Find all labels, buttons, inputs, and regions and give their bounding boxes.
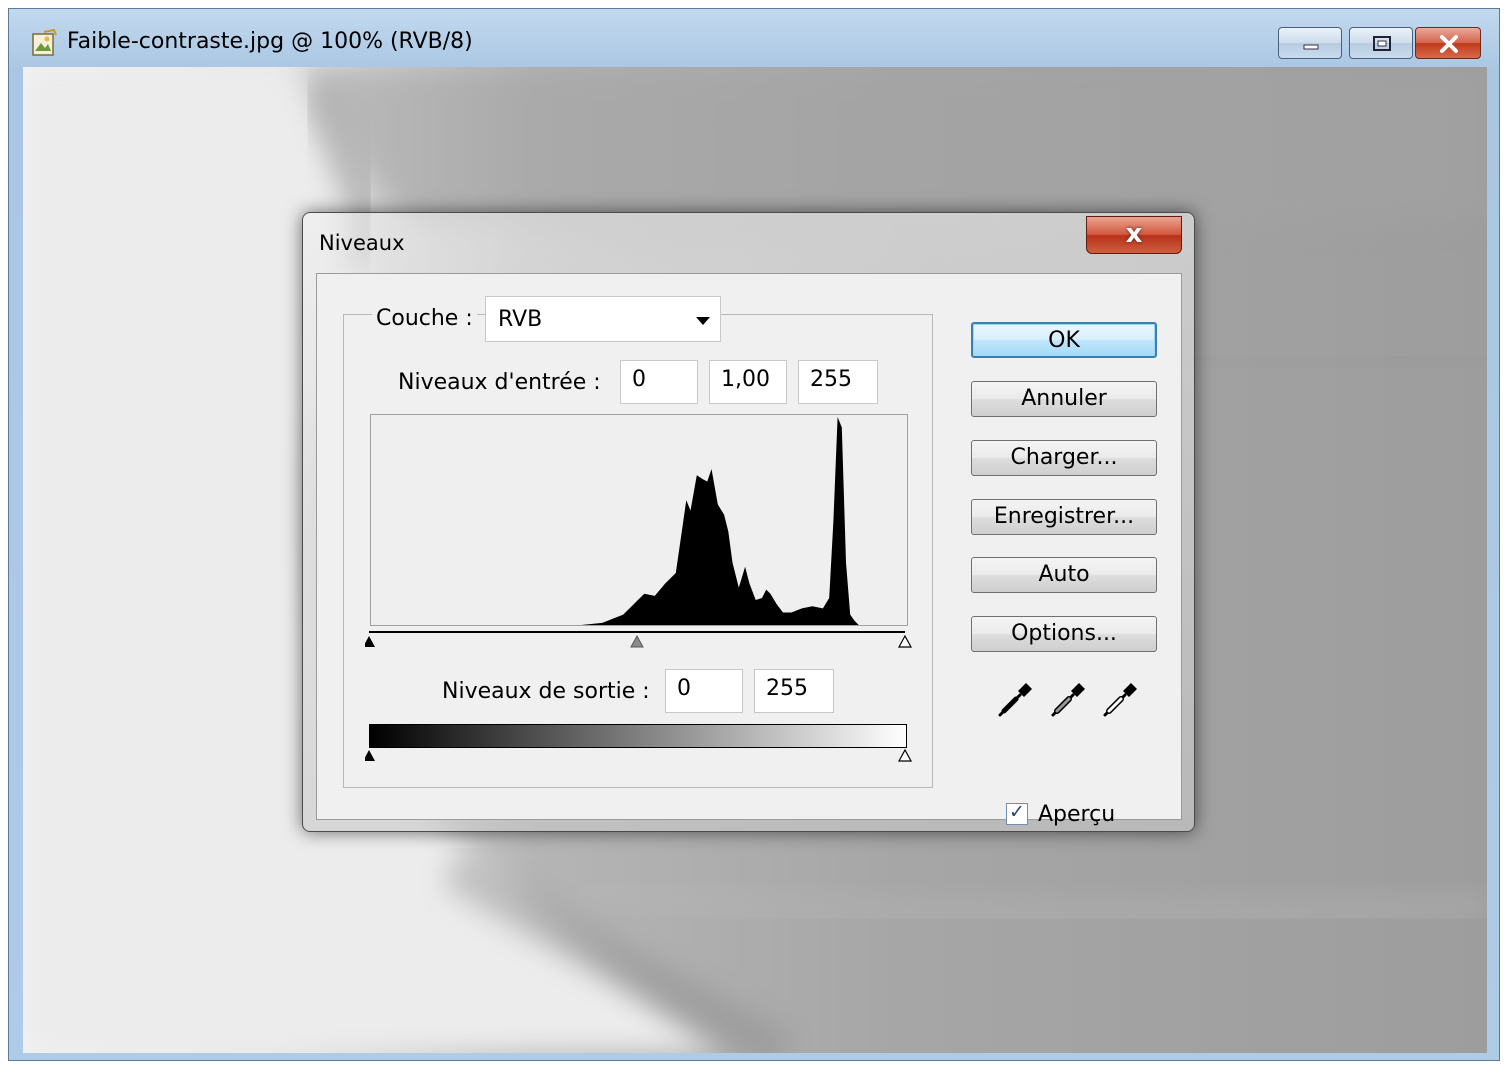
dialog-title: Niveaux <box>319 231 405 255</box>
channel-value: RVB <box>498 307 543 332</box>
dialog-body: Couche : RVB Niveaux d'entrée : 0 1,00 2… <box>316 273 1182 827</box>
dialog-close-button[interactable]: x <box>1086 216 1182 254</box>
channel-select[interactable]: RVB <box>485 296 721 342</box>
window-close-button[interactable] <box>1415 27 1481 59</box>
save-button[interactable]: Enregistrer... <box>971 499 1157 535</box>
checkmark-icon: ✓ <box>1009 801 1025 823</box>
output-black-slider-handle[interactable] <box>365 750 375 761</box>
cancel-button[interactable]: Annuler <box>971 381 1157 417</box>
input-levels-slider[interactable] <box>365 622 921 662</box>
histogram <box>370 414 908 626</box>
chevron-down-icon <box>696 317 710 325</box>
minimize-icon <box>1303 44 1319 50</box>
output-black-field[interactable]: 0 <box>665 669 743 713</box>
output-levels-label: Niveaux de sortie : <box>442 679 650 704</box>
auto-button[interactable]: Auto <box>971 557 1157 593</box>
input-levels-label: Niveaux d'entrée : <box>398 370 601 395</box>
input-gamma-slider-handle[interactable] <box>630 634 644 648</box>
channel-label: Couche : <box>372 306 477 331</box>
window-titlebar[interactable]: Faible-contraste.jpg @ 100% (RVB/8) <box>9 9 1499 67</box>
load-button[interactable]: Charger... <box>971 440 1157 476</box>
close-icon <box>1440 35 1458 53</box>
histogram-area <box>581 417 859 625</box>
photoshop-document-icon <box>32 29 57 56</box>
options-button[interactable]: Options... <box>971 616 1157 652</box>
close-icon: x <box>1125 219 1143 249</box>
input-black-slider-handle[interactable] <box>365 636 375 647</box>
input-black-field[interactable]: 0 <box>620 360 698 404</box>
preview-checkbox[interactable]: ✓ <box>1006 801 1028 825</box>
window-title: Faible-contraste.jpg @ 100% (RVB/8) <box>67 29 473 54</box>
output-white-field[interactable]: 255 <box>754 669 834 713</box>
levels-dialog: Niveaux x Couche : RVB Niveaux d'entrée … <box>302 212 1195 832</box>
output-levels-slider[interactable] <box>365 746 921 772</box>
input-gamma-field[interactable]: 1,00 <box>709 360 787 404</box>
restore-button[interactable] <box>1349 27 1413 59</box>
output-white-slider-handle[interactable] <box>897 748 913 762</box>
minimize-button[interactable] <box>1278 27 1342 59</box>
input-white-slider-handle[interactable] <box>897 634 913 648</box>
preview-label: Aperçu <box>1038 802 1116 827</box>
black-eyedropper-icon[interactable] <box>996 679 1036 719</box>
output-gradient-bar <box>369 724 907 748</box>
gray-eyedropper-icon[interactable] <box>1049 679 1089 719</box>
white-eyedropper-icon[interactable] <box>1101 679 1141 719</box>
restore-icon <box>1373 36 1391 51</box>
input-white-field[interactable]: 255 <box>798 360 878 404</box>
histogram-plot <box>581 417 859 625</box>
ok-button[interactable]: OK <box>971 322 1157 358</box>
